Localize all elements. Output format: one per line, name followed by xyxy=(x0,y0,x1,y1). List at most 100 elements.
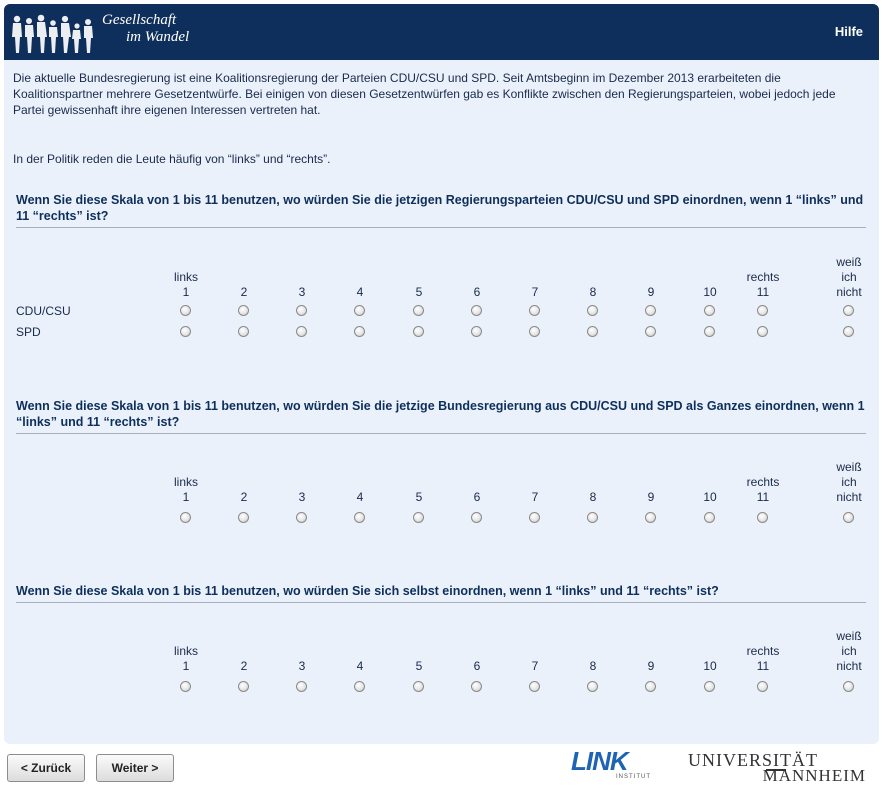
scale-end-label xyxy=(280,644,324,659)
scale-header-11: rechts 11 xyxy=(741,270,785,300)
radio-q2-row1-value-3[interactable] xyxy=(296,512,307,523)
radio-q3-row1-dont-know[interactable] xyxy=(843,681,854,692)
help-link[interactable]: Hilfe xyxy=(835,24,863,39)
scale-header-4: 4 xyxy=(338,270,382,300)
people-silhouettes-logo xyxy=(12,14,93,53)
radio-q2-row1-dont-know[interactable] xyxy=(843,512,854,523)
scale-end-label xyxy=(513,270,557,285)
radio-q2-row1-value-6[interactable] xyxy=(471,512,482,523)
scale-header-7: 7 xyxy=(513,644,557,674)
radio-q2-row1-value-9[interactable] xyxy=(645,512,656,523)
radio-q3-row1-value-5[interactable] xyxy=(413,681,424,692)
dont-know-word: nicht xyxy=(836,659,862,673)
scale-number: 9 xyxy=(647,659,655,673)
scale-number: 1 xyxy=(182,659,190,673)
header-bar: Gesellschaft im Wandel Hilfe xyxy=(4,4,879,60)
radio-q2-row1-value-4[interactable] xyxy=(354,512,365,523)
scale-header-2: 2 xyxy=(222,270,266,300)
radio-q1-row2-value-1[interactable] xyxy=(180,326,191,337)
scale-end-label xyxy=(571,270,615,285)
radio-q3-row1-value-1[interactable] xyxy=(180,681,191,692)
scale-end-label xyxy=(338,475,382,490)
radio-q1-row1-value-5[interactable] xyxy=(413,305,424,316)
radio-q1-row2-value-6[interactable] xyxy=(471,326,482,337)
next-button[interactable]: Weiter > xyxy=(96,754,174,782)
radio-q3-row1-value-6[interactable] xyxy=(471,681,482,692)
back-button[interactable]: < Zurück xyxy=(7,754,85,782)
radio-q1-row1-value-1[interactable] xyxy=(180,305,191,316)
scale-end-label xyxy=(397,475,441,490)
radio-q2-row1-value-8[interactable] xyxy=(587,512,598,523)
dont-know-header: weiß ich nicht xyxy=(827,255,871,300)
scale-number: 8 xyxy=(589,490,597,504)
radio-q2-row1-value-11[interactable] xyxy=(757,512,768,523)
scale-end-label xyxy=(571,475,615,490)
radio-q1-row2-value-8[interactable] xyxy=(587,326,598,337)
radio-q3-row1-value-11[interactable] xyxy=(757,681,768,692)
scale-header-5: 5 xyxy=(397,475,441,505)
scale-number: 6 xyxy=(473,285,481,299)
scale-end-label: rechts xyxy=(746,644,780,658)
scale-end-label xyxy=(629,270,673,285)
radio-q1-row1-value-7[interactable] xyxy=(529,305,540,316)
scale-header-8: 8 xyxy=(571,475,615,505)
radio-q2-row1-value-10[interactable] xyxy=(704,512,715,523)
radio-q3-row1-value-4[interactable] xyxy=(354,681,365,692)
radio-q1-row2-value-4[interactable] xyxy=(354,326,365,337)
radio-q1-row2-dont-know[interactable] xyxy=(843,326,854,337)
radio-q2-row1-value-2[interactable] xyxy=(238,512,249,523)
radio-q1-row2-value-2[interactable] xyxy=(238,326,249,337)
radio-q1-row1-value-2[interactable] xyxy=(238,305,249,316)
intro-text: Die aktuelle Bundesregierung ist eine Ko… xyxy=(13,71,836,117)
radio-q3-row1-value-2[interactable] xyxy=(238,681,249,692)
link-institut-logo: LINK INSTITUT xyxy=(571,748,655,782)
scale-number: 5 xyxy=(415,659,423,673)
radio-q2-row1-value-5[interactable] xyxy=(413,512,424,523)
scale-header-11: rechts 11 xyxy=(741,475,785,505)
radio-q1-row1-value-8[interactable] xyxy=(587,305,598,316)
scale-end-label xyxy=(571,644,615,659)
radio-q3-row1-value-8[interactable] xyxy=(587,681,598,692)
logo-line-1: Gesellschaft xyxy=(102,12,177,28)
scale-end-label xyxy=(688,475,732,490)
link-logo-word: LINK xyxy=(571,746,629,776)
radio-q1-row1-value-10[interactable] xyxy=(704,305,715,316)
radio-q1-row1-dont-know[interactable] xyxy=(843,305,854,316)
scale-header-9: 9 xyxy=(629,644,673,674)
radio-q3-row1-value-7[interactable] xyxy=(529,681,540,692)
scale-number: 7 xyxy=(531,659,539,673)
scale-header-5: 5 xyxy=(397,644,441,674)
radio-q3-row1-value-9[interactable] xyxy=(645,681,656,692)
radio-q3-row1-value-10[interactable] xyxy=(704,681,715,692)
logo-text: Gesellschaft im Wandel xyxy=(102,12,189,46)
radio-q2-row1-value-1[interactable] xyxy=(180,512,191,523)
dont-know-word: weiß xyxy=(836,255,862,269)
scale-end-label xyxy=(222,644,266,659)
scale-end-label xyxy=(629,475,673,490)
scale-end-label xyxy=(338,270,382,285)
scale-end-label: links xyxy=(173,475,198,489)
radio-q1-row2-value-11[interactable] xyxy=(757,326,768,337)
radio-q1-row1-value-9[interactable] xyxy=(645,305,656,316)
scale-header-5: 5 xyxy=(397,270,441,300)
radio-q1-row1-value-4[interactable] xyxy=(354,305,365,316)
scale-number: 3 xyxy=(298,490,306,504)
radio-q1-row2-value-7[interactable] xyxy=(529,326,540,337)
scale-end-label xyxy=(222,475,266,490)
scale-end-label xyxy=(397,644,441,659)
radio-q1-row1-value-6[interactable] xyxy=(471,305,482,316)
radio-q3-row1-value-3[interactable] xyxy=(296,681,307,692)
radio-q1-row1-value-3[interactable] xyxy=(296,305,307,316)
scale-end-label xyxy=(688,644,732,659)
radio-q1-row1-value-11[interactable] xyxy=(757,305,768,316)
scale-header-3: 3 xyxy=(280,270,324,300)
scale-end-label xyxy=(688,270,732,285)
scale-end-label xyxy=(455,270,499,285)
radio-q1-row2-value-3[interactable] xyxy=(296,326,307,337)
radio-q1-row2-value-10[interactable] xyxy=(704,326,715,337)
radio-q2-row1-value-7[interactable] xyxy=(529,512,540,523)
uni-line-2: MANNHEIM xyxy=(762,766,866,785)
survey-panel: Die aktuelle Bundesregierung ist eine Ko… xyxy=(4,60,879,744)
radio-q1-row2-value-9[interactable] xyxy=(645,326,656,337)
radio-q1-row2-value-5[interactable] xyxy=(413,326,424,337)
